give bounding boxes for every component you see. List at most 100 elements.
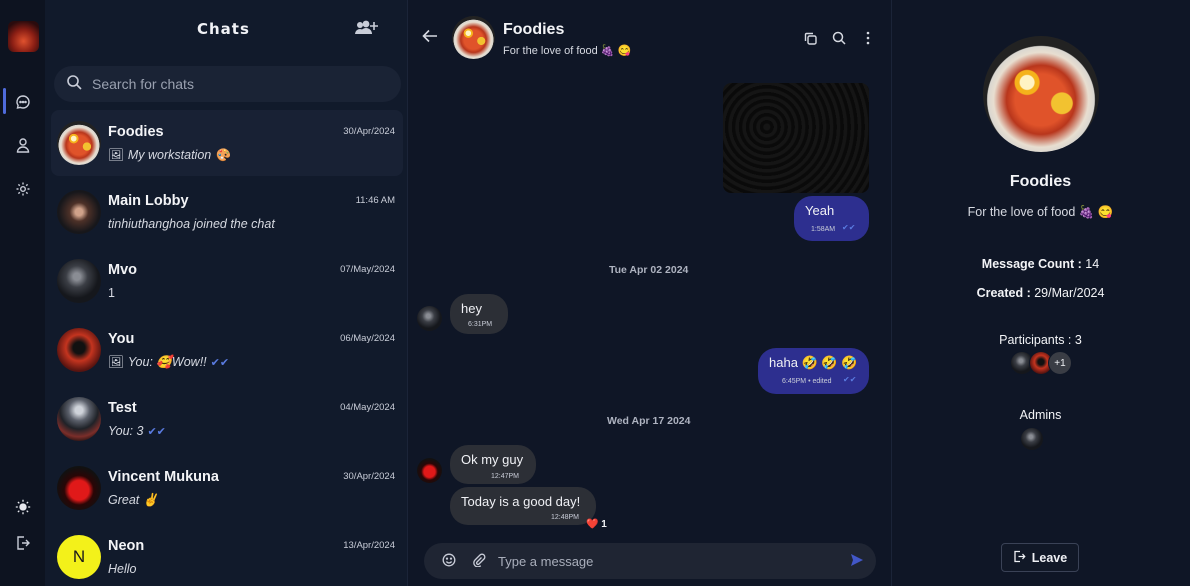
emoji-icon[interactable] bbox=[442, 552, 456, 571]
chat-name: Vincent Mukuna bbox=[108, 469, 219, 485]
chat-preview: 🖼 My workstation 🎨 bbox=[108, 148, 230, 163]
chat-item-mvo[interactable]: Mvo 07/May/2024 1 bbox=[51, 248, 403, 314]
message-text: Ok my guy bbox=[461, 452, 524, 467]
chat-date: 06/May/2024 bbox=[340, 333, 395, 344]
leave-button[interactable]: Leave bbox=[1001, 543, 1079, 572]
read-check-icon: ✔✔ bbox=[147, 425, 166, 438]
chat-date: 30/Apr/2024 bbox=[343, 126, 395, 137]
user-icon[interactable] bbox=[13, 135, 33, 155]
chat-date: 07/May/2024 bbox=[340, 264, 395, 275]
created-value: 29/Mar/2024 bbox=[1034, 286, 1105, 300]
search-icon bbox=[66, 74, 82, 94]
sender-avatar[interactable] bbox=[417, 306, 442, 331]
chat-name: Foodies bbox=[108, 124, 164, 140]
settings-icon[interactable] bbox=[13, 179, 33, 199]
back-arrow-icon[interactable] bbox=[422, 28, 438, 47]
attachment-icon[interactable] bbox=[472, 552, 486, 571]
chat-name: Main Lobby bbox=[108, 193, 189, 209]
group-info-panel: Foodies For the love of food 🍇 😋 Message… bbox=[892, 0, 1190, 586]
chat-list-header: Chats bbox=[45, 0, 408, 60]
chat-preview-text: Hello bbox=[108, 562, 137, 576]
read-check-icon: ✔✔ bbox=[842, 223, 856, 232]
chat-name: Mvo bbox=[108, 262, 137, 278]
chat-name: You bbox=[108, 331, 135, 347]
message-input[interactable] bbox=[498, 553, 828, 569]
group-avatar[interactable] bbox=[983, 36, 1099, 152]
sender-avatar[interactable] bbox=[417, 458, 442, 483]
theme-sun-icon[interactable] bbox=[13, 497, 33, 517]
current-user-avatar[interactable] bbox=[8, 21, 39, 52]
message-bubble-incoming[interactable]: Today is a good day! 12:48PM bbox=[450, 487, 596, 525]
message-text: hey bbox=[461, 301, 482, 316]
chat-preview-text: You: 🥰Wow!! bbox=[127, 355, 207, 369]
image-icon: 🖼 bbox=[108, 148, 124, 162]
nav-rail bbox=[0, 0, 45, 586]
day-separator: Wed Apr 17 2024 bbox=[607, 415, 691, 427]
chat-item-neon[interactable]: N Neon 13/Apr/2024 Hello bbox=[51, 524, 403, 586]
message-time: 6:45PM • edited bbox=[782, 378, 832, 385]
message-text: haha 🤣 🤣 🤣 bbox=[769, 355, 858, 370]
chat-preview-text: You: 3 bbox=[108, 424, 144, 438]
read-check-icon: ✔✔ bbox=[843, 375, 857, 384]
read-check-icon: ✔✔ bbox=[210, 357, 230, 369]
chat-avatar: N bbox=[57, 535, 101, 579]
message-time: 12:48PM bbox=[551, 514, 580, 521]
chat-icon[interactable] bbox=[13, 92, 33, 112]
conversation-panel: Foodies For the love of food 🍇 😋 Yeah 1:… bbox=[408, 0, 892, 586]
message-time: 12:47PM bbox=[491, 473, 520, 480]
chat-preview: You: 3 ✔✔ bbox=[108, 424, 166, 438]
app-root: Chats Foodies 30/Apr/2024 🖼 My workstati… bbox=[0, 0, 1190, 586]
chat-item-vincent-mukuna[interactable]: Vincent Mukuna 30/Apr/2024 Great ✌️ bbox=[51, 455, 403, 521]
copy-icon[interactable] bbox=[804, 30, 817, 49]
image-icon: 🖼 bbox=[108, 355, 124, 369]
chat-item-test[interactable]: Test 04/May/2024 You: 3 ✔✔ bbox=[51, 386, 403, 452]
message-bubble-outgoing[interactable]: Yeah 1:58AM ✔✔ bbox=[794, 196, 869, 241]
logout-icon[interactable] bbox=[13, 533, 33, 553]
participants-row: Participants : 3 bbox=[892, 333, 1189, 347]
message-text: Today is a good day! bbox=[461, 494, 581, 509]
chat-name: Neon bbox=[108, 538, 145, 554]
leave-label: Leave bbox=[1031, 550, 1068, 565]
message-text: Yeah bbox=[805, 203, 835, 218]
group-description: For the love of food 🍇 😋 bbox=[967, 205, 1114, 219]
message-count-value: 14 bbox=[1085, 257, 1100, 271]
chat-avatar bbox=[57, 259, 101, 303]
more-vertical-icon[interactable] bbox=[866, 30, 870, 49]
conversation-subtitle: For the love of food 🍇 😋 bbox=[503, 45, 632, 57]
conversation-name: Foodies bbox=[503, 21, 565, 38]
message-composer bbox=[424, 543, 876, 579]
participants-more-badge[interactable]: +1 bbox=[1048, 351, 1072, 375]
message-time: 1:58AM bbox=[811, 226, 836, 233]
chat-preview: Hello bbox=[108, 562, 137, 576]
message-bubble-outgoing[interactable]: haha 🤣 🤣 🤣 6:45PM • edited ✔✔ bbox=[758, 348, 869, 394]
conversation-header: Foodies For the love of food 🍇 😋 bbox=[408, 0, 892, 70]
message-count-row: Message Count : 14 bbox=[892, 257, 1189, 271]
chat-item-you[interactable]: You 06/May/2024 🖼 You: 🥰Wow!! ✔✔ bbox=[51, 317, 403, 383]
chat-date: 04/May/2024 bbox=[340, 402, 395, 413]
search-icon[interactable] bbox=[832, 30, 846, 49]
message-bubble-incoming[interactable]: Ok my guy 12:47PM bbox=[450, 445, 536, 484]
chat-date: 11:46 AM bbox=[355, 195, 395, 206]
chat-preview: Great ✌️ bbox=[108, 493, 158, 508]
add-group-icon[interactable] bbox=[354, 19, 380, 41]
leave-icon bbox=[1013, 550, 1026, 566]
admins-label: Admins bbox=[1019, 408, 1062, 422]
chat-avatar bbox=[57, 190, 101, 234]
chat-search[interactable] bbox=[54, 66, 401, 102]
chat-preview-text: tinhiuthanghoa joined the chat bbox=[108, 217, 275, 231]
search-input[interactable] bbox=[92, 76, 372, 92]
image-message[interactable] bbox=[723, 83, 869, 193]
participants-label: Participants : bbox=[999, 333, 1072, 347]
message-bubble-incoming[interactable]: hey 6:31PM bbox=[450, 294, 508, 334]
created-label: Created : bbox=[976, 286, 1031, 300]
chat-item-main-lobby[interactable]: Main Lobby 11:46 AM tinhiuthanghoa joine… bbox=[51, 179, 403, 245]
conversation-avatar[interactable] bbox=[452, 16, 495, 59]
send-icon[interactable] bbox=[850, 552, 864, 571]
chat-item-foodies[interactable]: Foodies 30/Apr/2024 🖼 My workstation 🎨 bbox=[51, 110, 403, 176]
chat-preview: 🖼 You: 🥰Wow!! ✔✔ bbox=[108, 355, 229, 370]
admin-avatar[interactable] bbox=[1020, 427, 1044, 451]
message-reaction[interactable]: ❤️ 1 bbox=[586, 519, 607, 530]
chat-avatar bbox=[57, 397, 101, 441]
day-separator: Tue Apr 02 2024 bbox=[609, 264, 689, 276]
chat-preview-text: 1 bbox=[108, 286, 115, 300]
